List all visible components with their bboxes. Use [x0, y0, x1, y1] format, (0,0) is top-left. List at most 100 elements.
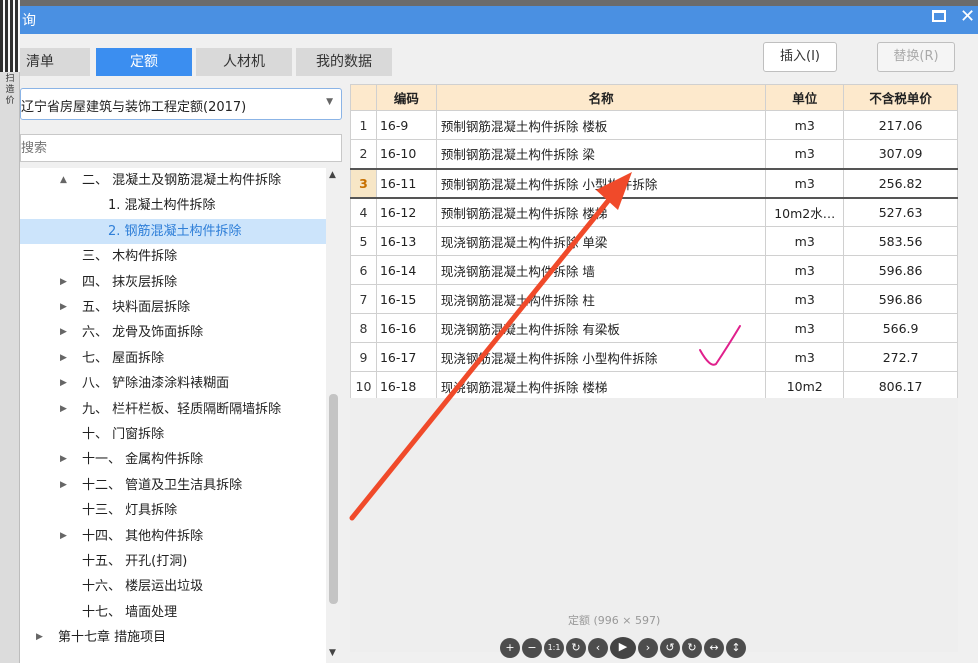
- cell-name[interactable]: 预制钢筋混凝土构件拆除 小型构件拆除: [435, 167, 767, 199]
- cell-name[interactable]: 预制钢筋混凝土构件拆除 梁: [435, 139, 767, 169]
- cell-price[interactable]: 272.7: [843, 342, 958, 372]
- table-row[interactable]: 10 16-18 现浇钢筋混凝土构件拆除 楼梯 10m2 806.17: [350, 371, 958, 401]
- cell-code[interactable]: 16-9: [375, 110, 437, 140]
- actual-size-icon[interactable]: 1:1: [544, 638, 564, 658]
- expand-arrow-icon[interactable]: ▶: [60, 473, 67, 498]
- tree-node[interactable]: 2. 钢筋混凝土构件拆除: [20, 218, 326, 244]
- scroll-up-icon[interactable]: ▲: [329, 170, 336, 180]
- expand-arrow-icon[interactable]: ▶: [60, 447, 67, 472]
- cell-price[interactable]: 217.06: [843, 110, 958, 140]
- tree-node[interactable]: ▲ 二、 混凝土及钢筋混凝土构件拆除: [20, 168, 326, 193]
- expand-arrow-icon[interactable]: ▶: [60, 295, 67, 320]
- close-button[interactable]: ✕: [960, 6, 975, 27]
- row-number[interactable]: 1: [350, 110, 377, 140]
- cell-price[interactable]: 806.17: [843, 371, 958, 401]
- cell-unit[interactable]: m3: [765, 226, 845, 256]
- tab-quota[interactable]: 定额: [96, 48, 192, 76]
- header-unit[interactable]: 单位: [765, 84, 845, 111]
- scroll-thumb[interactable]: [329, 394, 338, 604]
- cell-code[interactable]: 16-11: [375, 167, 437, 199]
- tree-node[interactable]: 十三、 灯具拆除: [20, 498, 326, 523]
- cell-unit[interactable]: m3: [765, 139, 845, 169]
- tree-node[interactable]: ▶ 五、 块料面层拆除: [20, 295, 326, 320]
- table-row[interactable]: 8 16-16 现浇钢筋混凝土构件拆除 有梁板 m3 566.9: [350, 313, 958, 343]
- cell-price[interactable]: 566.9: [843, 313, 958, 343]
- tree-node[interactable]: 十、 门窗拆除: [20, 422, 326, 447]
- cell-unit[interactable]: m3: [765, 313, 845, 343]
- tree-node[interactable]: 十五、 开孔(打洞): [20, 549, 326, 574]
- cell-price[interactable]: 256.82: [843, 167, 958, 199]
- cell-name[interactable]: 预制钢筋混凝土构件拆除 楼板: [435, 110, 767, 140]
- cell-price[interactable]: 527.63: [843, 197, 958, 227]
- cell-price[interactable]: 596.86: [843, 255, 958, 285]
- row-number[interactable]: 3: [350, 167, 377, 199]
- rotate-right-icon[interactable]: ↻: [682, 638, 702, 658]
- prev-icon[interactable]: ‹: [588, 638, 608, 658]
- header-name[interactable]: 名称: [435, 84, 767, 111]
- expand-arrow-icon[interactable]: ▶: [60, 320, 67, 345]
- tree-node[interactable]: ▶ 七、 屋面拆除: [20, 346, 326, 371]
- flip-vertical-icon[interactable]: ↕: [726, 638, 746, 658]
- row-number[interactable]: 5: [350, 226, 377, 256]
- table-row[interactable]: 9 16-17 现浇钢筋混凝土构件拆除 小型构件拆除 m3 272.7: [350, 342, 958, 372]
- tree-node[interactable]: ▶ 十二、 管道及卫生洁具拆除: [20, 473, 326, 498]
- row-number[interactable]: 10: [350, 371, 377, 401]
- row-number[interactable]: 9: [350, 342, 377, 372]
- zoom-out-icon[interactable]: −: [522, 638, 542, 658]
- tab-materials[interactable]: 人材机: [196, 48, 292, 76]
- cell-name[interactable]: 预制钢筋混凝土构件拆除 楼梯: [435, 197, 767, 227]
- chevron-down-icon[interactable]: ▼: [326, 97, 333, 107]
- tree-node[interactable]: 十七、 墙面处理: [20, 600, 326, 625]
- tree-node[interactable]: ▶ 九、 栏杆栏板、轻质隔断隔墙拆除: [20, 397, 326, 422]
- cell-code[interactable]: 16-16: [375, 313, 437, 343]
- collapse-arrow-icon[interactable]: ▲: [60, 168, 67, 193]
- flip-horizontal-icon[interactable]: ↔: [704, 638, 724, 658]
- cell-name[interactable]: 现浇钢筋混凝土构件拆除 单梁: [435, 226, 767, 256]
- refresh-icon[interactable]: ↻: [566, 638, 586, 658]
- cell-name[interactable]: 现浇钢筋混凝土构件拆除 小型构件拆除: [435, 342, 767, 372]
- cell-code[interactable]: 16-10: [375, 139, 437, 169]
- header-code[interactable]: 编码: [375, 84, 437, 111]
- cell-code[interactable]: 16-18: [375, 371, 437, 401]
- table-row[interactable]: 6 16-14 现浇钢筋混凝土构件拆除 墙 m3 596.86: [350, 255, 958, 285]
- row-number[interactable]: 2: [350, 139, 377, 169]
- cell-price[interactable]: 307.09: [843, 139, 958, 169]
- row-number[interactable]: 6: [350, 255, 377, 285]
- cell-unit[interactable]: m3: [765, 255, 845, 285]
- cell-price[interactable]: 596.86: [843, 284, 958, 314]
- table-row[interactable]: 1 16-9 预制钢筋混凝土构件拆除 楼板 m3 217.06: [350, 110, 958, 140]
- search-input[interactable]: [21, 135, 321, 161]
- cell-unit[interactable]: m3: [765, 342, 845, 372]
- next-icon[interactable]: ›: [638, 638, 658, 658]
- scroll-down-icon[interactable]: ▼: [329, 648, 336, 658]
- tree-node[interactable]: 1. 混凝土构件拆除: [20, 193, 326, 218]
- cell-unit[interactable]: m3: [765, 110, 845, 140]
- rotate-left-icon[interactable]: ↺: [660, 638, 680, 658]
- cell-name[interactable]: 现浇钢筋混凝土构件拆除 墙: [435, 255, 767, 285]
- header-price[interactable]: 不含税单价: [843, 84, 958, 111]
- tree-node[interactable]: ▶ 八、 铲除油漆涂料裱糊面: [20, 371, 326, 396]
- tab-bill[interactable]: 清单: [20, 48, 90, 76]
- row-number[interactable]: 8: [350, 313, 377, 343]
- table-row[interactable]: 2 16-10 预制钢筋混凝土构件拆除 梁 m3 307.09: [350, 139, 958, 169]
- table-row[interactable]: 5 16-13 现浇钢筋混凝土构件拆除 单梁 m3 583.56: [350, 226, 958, 256]
- search-field[interactable]: [20, 134, 342, 162]
- cell-name[interactable]: 现浇钢筋混凝土构件拆除 柱: [435, 284, 767, 314]
- tab-my-data[interactable]: 我的数据: [296, 48, 392, 76]
- tree-node[interactable]: ▶ 第十七章 措施项目: [20, 625, 326, 650]
- cell-unit[interactable]: m3: [765, 284, 845, 314]
- cell-name[interactable]: 现浇钢筋混凝土构件拆除 楼梯: [435, 371, 767, 401]
- insert-button[interactable]: 插入(I): [763, 42, 837, 72]
- expand-arrow-icon[interactable]: ▶: [60, 371, 67, 396]
- expand-arrow-icon[interactable]: ▶: [36, 625, 43, 650]
- cell-unit[interactable]: m3: [765, 167, 845, 199]
- tree-node[interactable]: ▶ 四、 抹灰层拆除: [20, 270, 326, 295]
- maximize-icon[interactable]: [932, 10, 946, 22]
- tree-node[interactable]: 三、 木构件拆除: [20, 244, 326, 269]
- cell-code[interactable]: 16-15: [375, 284, 437, 314]
- table-row[interactable]: 7 16-15 现浇钢筋混凝土构件拆除 柱 m3 596.86: [350, 284, 958, 314]
- replace-button[interactable]: 替换(R): [877, 42, 955, 72]
- row-number[interactable]: 4: [350, 197, 377, 227]
- cell-unit[interactable]: 10m2水…: [765, 197, 845, 227]
- library-select[interactable]: 辽宁省房屋建筑与装饰工程定额(2017) ▼: [20, 88, 342, 120]
